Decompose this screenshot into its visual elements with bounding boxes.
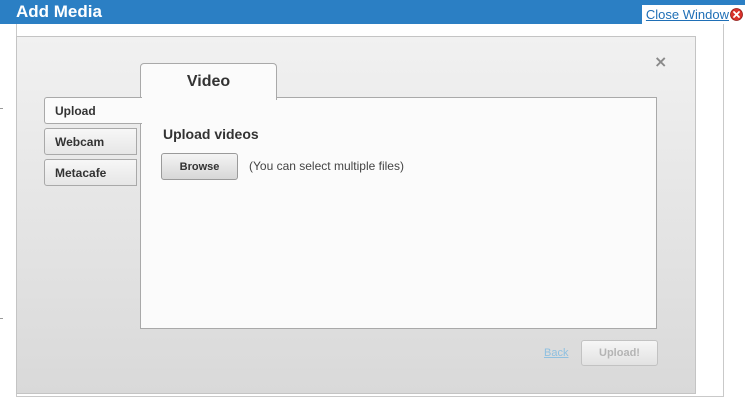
page-edge-mark (0, 318, 3, 319)
page-edge-mark (0, 108, 3, 109)
multiple-files-hint: (You can select multiple files) (249, 159, 404, 173)
dismiss-x-icon[interactable]: × (654, 52, 667, 71)
back-link[interactable]: Back (544, 347, 568, 359)
side-tab-metacafe[interactable]: Metacafe (44, 159, 137, 186)
close-circle-icon[interactable] (730, 8, 743, 21)
window-title: Add Media (16, 2, 102, 21)
browse-button[interactable]: Browse (161, 153, 238, 180)
tab-video[interactable]: Video (140, 63, 277, 100)
side-tab-upload[interactable]: Upload (44, 97, 142, 124)
upload-heading: Upload videos (163, 126, 259, 142)
side-tab-webcam[interactable]: Webcam (44, 128, 137, 155)
upload-submit-button[interactable]: Upload! (581, 340, 658, 366)
close-window-link[interactable]: Close Window (646, 7, 729, 22)
close-window-control[interactable]: Close Window (641, 5, 745, 24)
title-bar: Add Media (0, 0, 745, 24)
